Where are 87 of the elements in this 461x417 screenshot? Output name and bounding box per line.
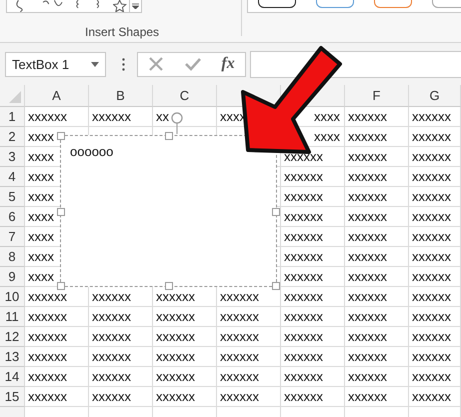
table-cell: xxxxxx: [409, 187, 461, 207]
row-header[interactable]: 5: [0, 187, 25, 207]
table-cell: xxxxxx: [217, 367, 281, 387]
table-cell: xxxxxx: [281, 327, 345, 347]
row-header[interactable]: 4: [0, 167, 25, 187]
table-cell: xxxxxx: [25, 327, 89, 347]
table-cell: xxxxxx: [281, 387, 345, 407]
table-cell: xxxxxx: [409, 227, 461, 247]
table-cell: xxxxxx: [345, 227, 409, 247]
table-cell: xxxxxx: [89, 367, 153, 387]
row-header[interactable]: 6: [0, 207, 25, 227]
table-cell: xxxxxx: [345, 107, 409, 127]
table-cell: xxxxxx: [153, 367, 217, 387]
table-cell: xxxxxx: [409, 267, 461, 287]
row-header[interactable]: 12: [0, 327, 25, 347]
table-cell: xxxxxx: [89, 327, 153, 347]
column-header[interactable]: C: [153, 85, 217, 107]
column-header[interactable]: F: [345, 85, 409, 107]
row-header[interactable]: 2: [0, 127, 25, 147]
row-header[interactable]: 9: [0, 267, 25, 287]
table-cell: xxxxxx: [345, 347, 409, 367]
table-cell: xxxxxx: [345, 307, 409, 327]
row-header[interactable]: 14: [0, 367, 25, 387]
table-cell: xxxxxx: [153, 327, 217, 347]
table-cell: xxxxxx: [89, 347, 153, 367]
table-cell: xxxxxx: [281, 187, 345, 207]
table-cell: xxxxxx: [217, 307, 281, 327]
table-cell: xxxxxx: [409, 247, 461, 267]
table-cell: xxxxxx: [281, 247, 345, 267]
table-cell: xxxxxx: [281, 367, 345, 387]
table-cell: xxxxxx: [409, 387, 461, 407]
table-cell: xxxxxx: [345, 167, 409, 187]
table-cell: xxxxxx: [345, 367, 409, 387]
table-cell: xxxxxx: [25, 107, 89, 127]
table-cell: xxxxxx: [217, 327, 281, 347]
insert-function-button[interactable]: fx: [221, 55, 235, 73]
table-cell: xxxxxx: [409, 167, 461, 187]
table-cell: xxxxxx: [89, 307, 153, 327]
table-cell: xxxxxx: [409, 287, 461, 307]
table-cell: xxxxxx: [345, 127, 409, 147]
table-cell: xxxxxx: [409, 127, 461, 147]
table-cell: xxxxxx: [345, 387, 409, 407]
table-cell: xxxxxx: [345, 187, 409, 207]
table-cell: xxxxxx: [153, 307, 217, 327]
group-label: Insert Shapes: [85, 25, 160, 39]
name-box[interactable]: TextBox 1: [5, 52, 106, 76]
column-header[interactable]: A: [25, 85, 89, 107]
table-cell: xxxxxx: [217, 347, 281, 367]
table-cell: xxxxxx: [345, 287, 409, 307]
table-cell: xxxxxx: [281, 347, 345, 367]
table-cell: xxxxxx: [89, 387, 153, 407]
table-cell: xxxxxx: [409, 147, 461, 167]
table-cell: xxxxxx: [25, 347, 89, 367]
table-cell: xxxxxx: [153, 387, 217, 407]
row-header[interactable]: 15: [0, 387, 25, 407]
row-header[interactable]: 1: [0, 107, 25, 127]
row-header[interactable]: 7: [0, 227, 25, 247]
table-cell: xxxxxx: [153, 347, 217, 367]
table-cell: xxxxxx: [281, 267, 345, 287]
table-cell: xxxxxx: [409, 347, 461, 367]
table-cell: xxxxxx: [281, 287, 345, 307]
table-cell: xxxxxx: [409, 367, 461, 387]
row-header[interactable]: 3: [0, 147, 25, 167]
table-cell: xxxxxx: [281, 307, 345, 327]
column-header[interactable]: G: [409, 85, 461, 107]
table-cell: xxxxxx: [409, 307, 461, 327]
table-cell: xxxxxx: [25, 367, 89, 387]
table-cell: xxxxxx: [345, 147, 409, 167]
table-cell: xxxxxx: [345, 327, 409, 347]
row-header[interactable]: 10: [0, 287, 25, 307]
row-header[interactable]: 8: [0, 247, 25, 267]
table-cell: xxxxxx: [25, 387, 89, 407]
table-cell: xxxxxx: [281, 207, 345, 227]
table-cell: xxxxxx: [409, 207, 461, 227]
table-cell: xxxxxx: [281, 167, 345, 187]
table-cell: xxxxxx: [345, 247, 409, 267]
column-header[interactable]: B: [89, 85, 153, 107]
table-cell: xxxxxx: [25, 307, 89, 327]
row-header[interactable]: 11: [0, 307, 25, 327]
table-cell: xxxxxx: [409, 107, 461, 127]
table-cell: xxxxxx: [345, 267, 409, 287]
table-cell: xxxxxx: [345, 207, 409, 227]
table-cell: xxxxxx: [217, 387, 281, 407]
table-cell: xxxxxx: [281, 227, 345, 247]
table-cell: xxxxxx: [89, 107, 153, 127]
row-header[interactable]: 13: [0, 347, 25, 367]
table-cell: xxxxxx: [409, 327, 461, 347]
